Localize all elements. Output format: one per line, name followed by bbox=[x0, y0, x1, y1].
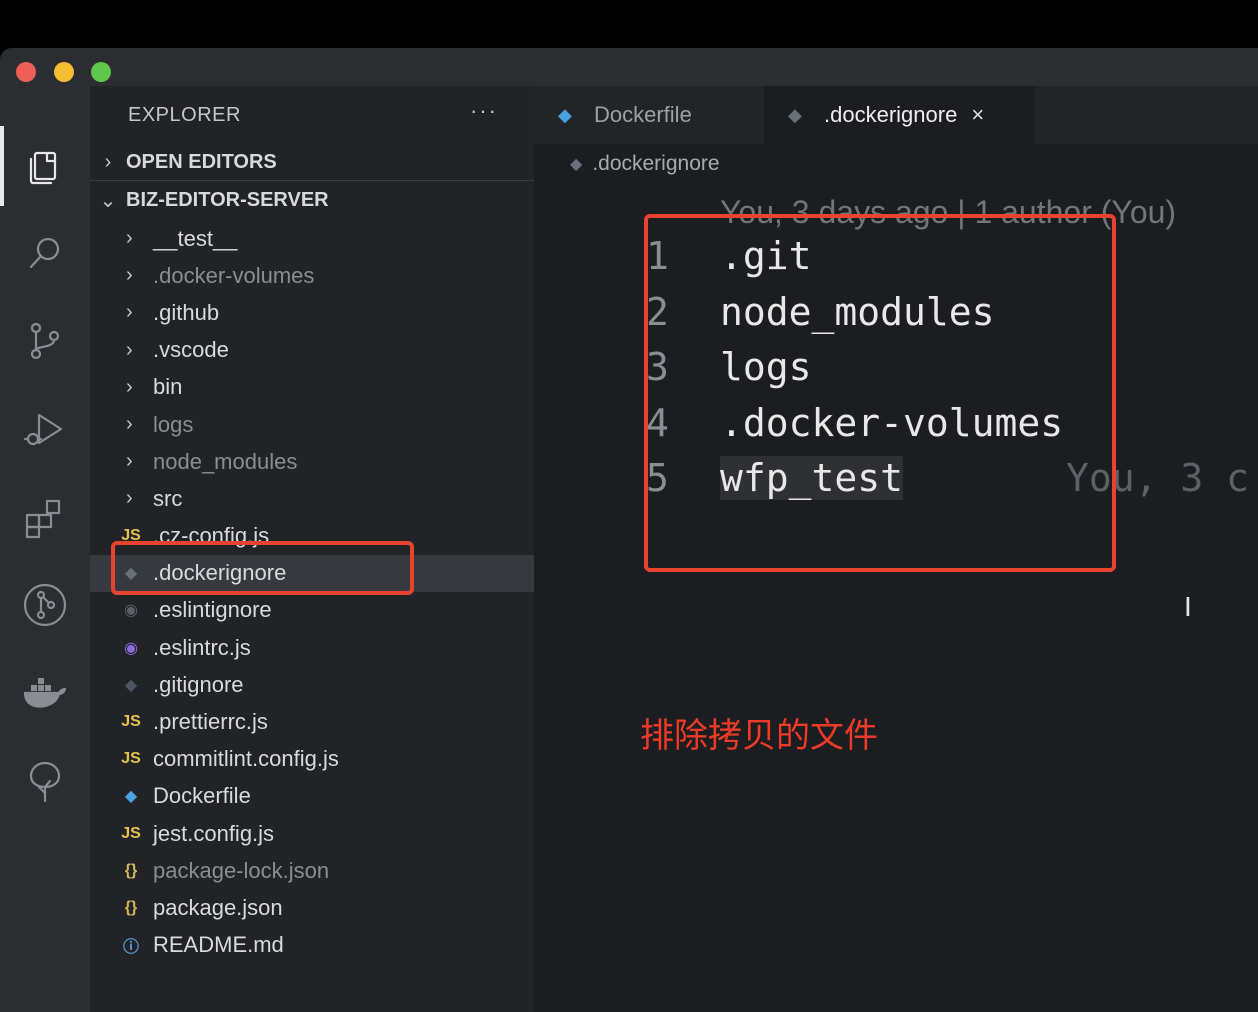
tree-item-label: __test__ bbox=[153, 225, 238, 251]
chevron-right-icon: › bbox=[126, 487, 133, 510]
tree-item-file[interactable]: ◆ Dockerfile bbox=[90, 778, 534, 815]
tree-item-label: jest.config.js bbox=[153, 820, 275, 846]
chevron-right-icon: › bbox=[126, 264, 133, 287]
tab-label: Dockerfile bbox=[594, 102, 692, 127]
tree-item-folder[interactable]: › .docker-volumes bbox=[90, 257, 534, 294]
tree-item-folder[interactable]: › .github bbox=[90, 294, 534, 331]
tree-item-label: package-lock.json bbox=[153, 857, 330, 883]
close-window-button[interactable] bbox=[16, 62, 36, 82]
highlight-box-code bbox=[644, 214, 1116, 572]
minimize-window-button[interactable] bbox=[54, 62, 74, 82]
tree-item-folder[interactable]: › src bbox=[90, 480, 534, 517]
open-editors-section[interactable]: › OPEN EDITORS bbox=[90, 144, 534, 181]
title-bar bbox=[0, 48, 1258, 86]
more-actions-icon[interactable]: ··· bbox=[470, 98, 498, 124]
highlight-box-dockerignore bbox=[111, 541, 414, 595]
chevron-right-icon: › bbox=[126, 450, 133, 473]
tab-dockerignore[interactable]: ◆ .dockerignore × bbox=[764, 86, 1034, 144]
js-file-icon: JS bbox=[121, 713, 141, 731]
tab-label: .dockerignore bbox=[824, 102, 958, 127]
docker-icon: ◆ bbox=[124, 788, 138, 806]
tree-item-label: bin bbox=[153, 374, 183, 400]
maximize-window-button[interactable] bbox=[91, 62, 111, 82]
tree-item-file[interactable]: {} package.json bbox=[90, 889, 534, 926]
source-control-icon[interactable] bbox=[18, 314, 72, 368]
tree-item-file[interactable]: JS commitlint.config.js bbox=[90, 741, 534, 778]
docker-icon: ◆ bbox=[558, 104, 572, 125]
tree-item-file[interactable]: ◆ .gitignore bbox=[90, 666, 534, 703]
chevron-right-icon: › bbox=[126, 227, 133, 250]
breadcrumb-file: .dockerignore bbox=[592, 152, 720, 175]
extensions-icon[interactable] bbox=[18, 490, 72, 544]
tree-item-folder[interactable]: › __test__ bbox=[90, 220, 534, 257]
tree-item-label: .docker-volumes bbox=[153, 262, 315, 288]
git-graph-icon[interactable] bbox=[18, 578, 72, 632]
tree-item-label: Dockerfile bbox=[153, 783, 251, 809]
json-file-icon: {} bbox=[124, 898, 138, 916]
tree-item-label: .eslintrc.js bbox=[153, 634, 251, 660]
tree-item-label: node_modules bbox=[153, 448, 298, 474]
chevron-right-icon: › bbox=[126, 375, 133, 398]
active-indicator bbox=[0, 126, 4, 206]
chevron-right-icon: › bbox=[126, 301, 133, 324]
tab-bar: ◆ Dockerfile ◆ .dockerignore × bbox=[534, 86, 1258, 144]
tree-item-label: .prettierrc.js bbox=[153, 709, 268, 735]
tab-dockerfile[interactable]: ◆ Dockerfile bbox=[534, 86, 764, 144]
tree-item-label: README.md bbox=[153, 932, 284, 958]
explorer-icon[interactable] bbox=[18, 138, 72, 192]
tree-item-label: package.json bbox=[153, 894, 283, 920]
docker-icon[interactable] bbox=[18, 666, 72, 720]
tree-item-label: src bbox=[153, 485, 183, 511]
tree-icon[interactable] bbox=[18, 754, 72, 808]
tree-item-file[interactable]: JS .prettierrc.js bbox=[90, 703, 534, 740]
tree-item-label: .github bbox=[153, 299, 220, 325]
annotation-note: 排除拷贝的文件 bbox=[640, 716, 878, 756]
js-file-icon: JS bbox=[121, 824, 141, 842]
search-icon[interactable] bbox=[18, 226, 72, 280]
chevron-down-icon: ⌄ bbox=[99, 189, 117, 212]
activity-bar bbox=[0, 86, 90, 1012]
tree-item-label: .gitignore bbox=[153, 671, 244, 697]
tree-item-file[interactable]: JS jest.config.js bbox=[90, 815, 534, 852]
chevron-right-icon: › bbox=[126, 413, 133, 436]
text-cursor-icon: I bbox=[1184, 591, 1192, 622]
tree-item-folder[interactable]: › bin bbox=[90, 369, 534, 406]
tree-item-label: .vscode bbox=[153, 337, 229, 363]
explorer-title: EXPLORER bbox=[128, 104, 241, 126]
eslint-icon: ◉ bbox=[124, 639, 138, 657]
tree-item-file[interactable]: ◉ .eslintrc.js bbox=[90, 629, 534, 666]
git-icon: ◆ bbox=[124, 676, 138, 694]
tree-item-label: commitlint.config.js bbox=[153, 746, 339, 772]
tree-item-file[interactable]: {} package-lock.json bbox=[90, 852, 534, 889]
eslint-ignore-icon: ◉ bbox=[124, 602, 138, 620]
breadcrumb[interactable]: ◆ .dockerignore bbox=[570, 152, 720, 176]
tree-item-label: logs bbox=[153, 411, 194, 437]
tree-item-folder[interactable]: › .vscode bbox=[90, 332, 534, 369]
json-file-icon: {} bbox=[124, 861, 138, 879]
tree-item-label: .eslintignore bbox=[153, 597, 272, 623]
open-editors-label: OPEN EDITORS bbox=[126, 150, 277, 173]
project-label: BIZ-EDITOR-SERVER bbox=[126, 188, 329, 211]
run-debug-icon[interactable] bbox=[18, 402, 72, 456]
tree-item-folder[interactable]: › logs bbox=[90, 406, 534, 443]
tree-item-file[interactable]: ◉ .eslintignore bbox=[90, 592, 534, 629]
docker-icon: ◆ bbox=[788, 104, 802, 125]
chevron-right-icon: › bbox=[126, 338, 133, 361]
chevron-right-icon: › bbox=[104, 150, 112, 173]
tree-item-file[interactable]: ⓘ README.md bbox=[90, 927, 534, 964]
project-section[interactable]: ⌄ BIZ-EDITOR-SERVER bbox=[90, 182, 534, 218]
docker-icon: ◆ bbox=[570, 156, 583, 173]
info-icon: ⓘ bbox=[122, 939, 139, 957]
close-icon[interactable]: × bbox=[971, 102, 984, 128]
tree-item-folder[interactable]: › node_modules bbox=[90, 443, 534, 480]
js-file-icon: JS bbox=[121, 750, 141, 768]
